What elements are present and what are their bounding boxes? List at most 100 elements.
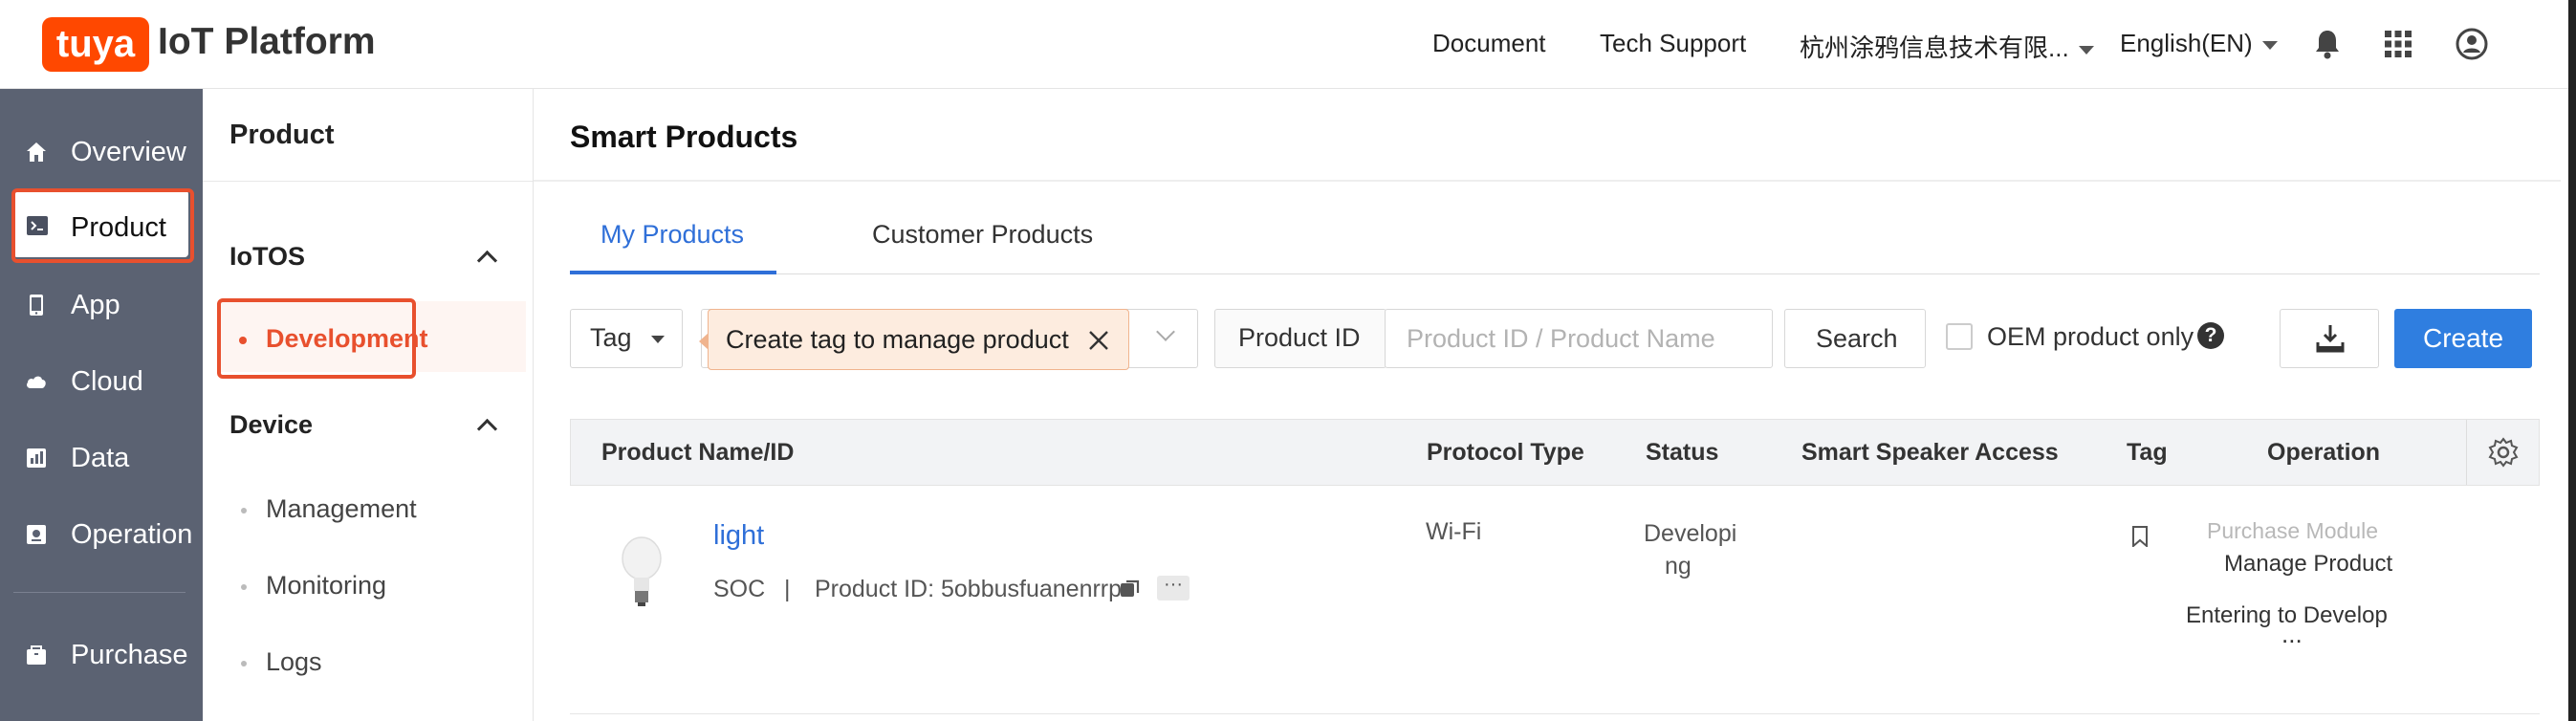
sidebar-item-purchase[interactable]: Purchase xyxy=(0,626,203,684)
sidebar-item-operation[interactable]: Operation xyxy=(0,506,203,563)
col-product-name: Product Name/ID xyxy=(601,439,795,466)
account-dropdown[interactable]: 杭州涂鸦信息技术有限... xyxy=(1800,29,2094,64)
sidebar-divider xyxy=(13,592,186,593)
manage-product-link[interactable]: Manage Product xyxy=(2224,551,2392,578)
group-label: IoTOS xyxy=(229,242,306,271)
col-smart-speaker: Smart Speaker Access xyxy=(1801,439,2059,466)
row-more-icon[interactable]: ... xyxy=(2281,620,2303,649)
sidebar-item-label: Overview xyxy=(71,137,186,167)
chevron-down-icon xyxy=(1156,322,1175,341)
chevron-up-icon[interactable] xyxy=(476,418,498,440)
close-icon[interactable] xyxy=(1087,329,1110,352)
user-account-icon[interactable] xyxy=(2456,28,2488,60)
sub-navigation: Product IoTOS Development Device Managem… xyxy=(203,89,535,721)
caret-down-icon xyxy=(651,336,665,343)
subnav-item-logs[interactable]: Logs xyxy=(266,647,322,677)
chevron-down-icon xyxy=(2261,40,2278,50)
protocol-value: Wi-Fi xyxy=(1426,518,1482,545)
tooltip-arrow xyxy=(699,333,709,350)
chart-icon xyxy=(27,448,46,468)
product-id-label-box: Product ID xyxy=(1214,309,1386,368)
product-id-label: Product ID xyxy=(1238,323,1361,352)
chevron-down-icon xyxy=(2078,45,2094,55)
create-button[interactable]: Create xyxy=(2394,309,2532,368)
col-tag: Tag xyxy=(2127,439,2168,466)
status-line-1: Developi xyxy=(1644,520,1737,547)
sidebar-item-label: App xyxy=(71,290,120,320)
subnav-divider xyxy=(203,181,533,182)
help-icon[interactable]: ? xyxy=(2197,322,2224,349)
sidebar-item-label: Data xyxy=(71,443,130,473)
sidebar-item-data[interactable]: Data xyxy=(0,429,203,487)
table-row: light SOC | Product ID: 5obbusfuanenrrpv… xyxy=(570,486,2540,714)
tooltip-text: Create tag to manage product xyxy=(726,325,1069,354)
sidebar-item-overview[interactable]: Overview xyxy=(0,123,203,181)
lightbulb-icon xyxy=(622,536,662,606)
subnav-item-management[interactable]: Management xyxy=(266,494,417,524)
language-label: English(EN) xyxy=(2120,29,2253,57)
apps-grid-icon[interactable] xyxy=(2385,31,2412,57)
chevron-up-icon[interactable] xyxy=(476,250,498,272)
search-button-label: Search xyxy=(1816,324,1898,353)
main-content: Smart Products My Products Customer Prod… xyxy=(534,89,2576,721)
language-dropdown[interactable]: English(EN) xyxy=(2120,29,2278,58)
tag-dropdown[interactable]: Tag xyxy=(570,309,683,368)
operation-icon xyxy=(27,525,46,544)
sidebar-item-label: Operation xyxy=(71,519,193,550)
nav-tech-support[interactable]: Tech Support xyxy=(1600,29,1746,58)
top-bar: tuya IoT Platform Document Tech Support … xyxy=(0,0,2576,89)
col-protocol-type: Protocol Type xyxy=(1427,439,1584,466)
more-options-button[interactable]: ··· xyxy=(1157,575,1190,601)
table-header: Product Name/ID Protocol Type Status Sma… xyxy=(570,419,2540,486)
search-placeholder: Product ID / Product Name xyxy=(1407,324,1715,353)
tab-customer-products[interactable]: Customer Products xyxy=(872,220,1093,250)
sidebar-item-app[interactable]: App xyxy=(0,276,203,334)
product-type: SOC xyxy=(713,576,766,602)
nav-document[interactable]: Document xyxy=(1432,29,1546,58)
tuya-logo[interactable]: tuya xyxy=(42,17,149,72)
tag-label: Tag xyxy=(590,323,632,352)
sidebar: Overview Product App Cloud Data Operatio… xyxy=(0,89,203,721)
app-title: IoT Platform xyxy=(158,21,376,62)
sidebar-item-cloud[interactable]: Cloud xyxy=(0,353,203,410)
status-line-2: ng xyxy=(1665,553,1692,579)
purchase-icon xyxy=(27,645,46,665)
product-id: Product ID: 5obbusfuanenrrpv xyxy=(815,576,1134,602)
col-operation: Operation xyxy=(2267,439,2381,466)
tab-my-products[interactable]: My Products xyxy=(600,220,744,250)
bullet-dot xyxy=(241,508,247,513)
home-icon xyxy=(27,142,46,162)
subnav-item-monitoring[interactable]: Monitoring xyxy=(266,571,386,601)
group-label: Device xyxy=(229,410,314,439)
bell-icon[interactable] xyxy=(2314,29,2341,59)
download-button[interactable] xyxy=(2280,309,2379,368)
copy-icon[interactable] xyxy=(1119,578,1142,601)
oem-checkbox[interactable] xyxy=(1946,323,1973,350)
sidebar-item-label: Cloud xyxy=(71,366,143,397)
col-status: Status xyxy=(1646,439,1719,466)
account-name: 杭州涂鸦信息技术有限... xyxy=(1800,33,2069,62)
window-edge xyxy=(2568,0,2576,721)
group-iotos[interactable]: IoTOS xyxy=(229,242,305,272)
search-button[interactable]: Search xyxy=(1784,309,1926,368)
search-input[interactable]: Product ID / Product Name xyxy=(1385,309,1773,368)
tag-tooltip: Create tag to manage product xyxy=(699,309,1129,370)
tag-icon[interactable] xyxy=(2131,526,2149,547)
mobile-icon xyxy=(30,295,43,316)
sidebar-item-label: Purchase xyxy=(71,640,188,670)
product-name-link[interactable]: light xyxy=(713,520,764,552)
purchase-module-link[interactable]: Purchase Module xyxy=(2207,518,2378,544)
column-settings[interactable] xyxy=(2466,420,2540,485)
group-device[interactable]: Device xyxy=(229,410,313,440)
page-title: Smart Products xyxy=(570,120,798,154)
active-tab-underline xyxy=(570,271,776,274)
development-highlight-box xyxy=(217,298,416,379)
subnav-title: Product xyxy=(229,120,335,150)
bullet-dot xyxy=(241,661,247,666)
bullet-dot xyxy=(241,584,247,590)
cloud-icon xyxy=(27,376,46,388)
gear-icon xyxy=(2488,437,2519,468)
tabs-divider xyxy=(570,273,2540,274)
oem-label: OEM product only xyxy=(1987,322,2194,351)
download-icon xyxy=(2316,325,2345,353)
